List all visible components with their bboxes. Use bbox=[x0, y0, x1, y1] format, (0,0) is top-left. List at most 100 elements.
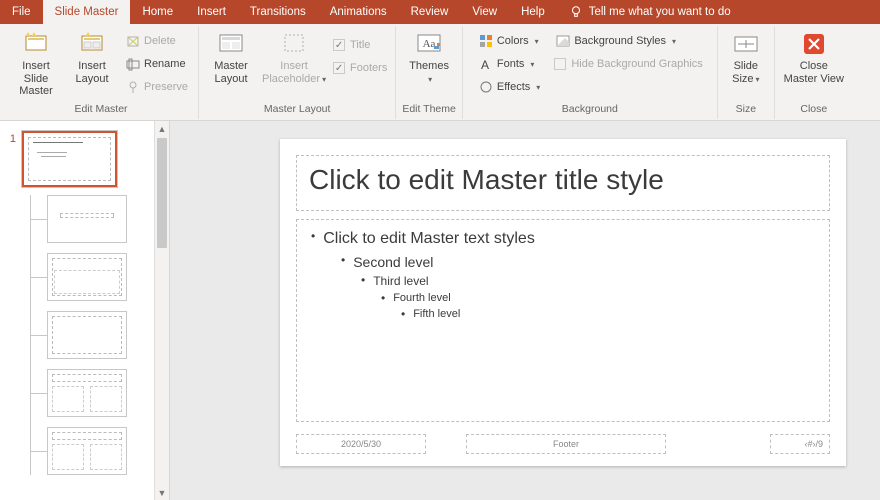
background-styles-icon bbox=[556, 34, 570, 48]
slide-number-placeholder[interactable]: ‹#›/9 bbox=[770, 434, 830, 454]
layout-thumbnail[interactable] bbox=[47, 427, 127, 475]
checkbox-icon: ✓ bbox=[333, 39, 345, 51]
dropdown-icon: ▾ bbox=[536, 83, 540, 92]
insert-layout-label: Insert Layout bbox=[75, 60, 108, 85]
group-label-background: Background bbox=[469, 103, 711, 119]
rename-button[interactable]: Rename bbox=[122, 53, 192, 75]
fonts-button[interactable]: A Fonts▾ bbox=[475, 53, 544, 75]
checkbox-icon bbox=[554, 58, 566, 70]
thumbnail-scrollbar[interactable]: ▲ ▼ bbox=[154, 121, 169, 500]
group-size: Slide Size▾ Size bbox=[718, 26, 775, 119]
themes-icon: Aa bbox=[415, 30, 443, 58]
tab-file[interactable]: File bbox=[0, 0, 43, 24]
dropdown-icon: ▾ bbox=[322, 75, 326, 84]
layout-thumbnail[interactable] bbox=[47, 253, 127, 301]
colors-icon bbox=[479, 34, 493, 48]
bullet-level-3: •Third level bbox=[361, 274, 815, 288]
insert-slide-master-icon bbox=[22, 30, 50, 58]
slide-master-thumbnail[interactable]: 1 bbox=[6, 131, 148, 187]
master-layout-label: Master Layout bbox=[214, 60, 248, 85]
insert-placeholder-button[interactable]: Insert Placeholder▾ bbox=[261, 28, 327, 85]
scrollbar-thumb[interactable] bbox=[157, 138, 167, 248]
bullet-level-1: •Click to edit Master text styles bbox=[311, 230, 815, 248]
hide-background-label: Hide Background Graphics bbox=[571, 58, 702, 70]
title-placeholder[interactable]: Click to edit Master title style bbox=[296, 155, 830, 211]
delete-label: Delete bbox=[144, 35, 176, 47]
group-edit-theme: Aa Themes▾ Edit Theme bbox=[396, 26, 463, 119]
close-master-view-label: Close Master View bbox=[784, 60, 844, 85]
close-master-view-button[interactable]: Close Master View bbox=[781, 28, 847, 85]
title-checkbox-label: Title bbox=[350, 39, 370, 51]
colors-label: Colors bbox=[497, 35, 529, 47]
preserve-icon bbox=[126, 80, 140, 94]
scroll-down-icon[interactable]: ▼ bbox=[155, 485, 169, 500]
slide-size-icon bbox=[732, 30, 760, 58]
colors-button[interactable]: Colors▾ bbox=[475, 30, 544, 52]
slide-master-preview: Click to edit Master title style •Click … bbox=[280, 139, 846, 466]
tab-animations[interactable]: Animations bbox=[318, 0, 399, 24]
group-label-close: Close bbox=[800, 103, 827, 119]
effects-label: Effects bbox=[497, 81, 530, 93]
insert-layout-button[interactable]: Insert Layout bbox=[66, 28, 118, 85]
tab-home[interactable]: Home bbox=[130, 0, 185, 24]
tab-review[interactable]: Review bbox=[399, 0, 461, 24]
footers-checkbox[interactable]: ✓ Footers bbox=[331, 57, 389, 79]
layout-thumbnail[interactable] bbox=[47, 369, 127, 417]
group-label-edit-master: Edit Master bbox=[74, 103, 127, 119]
scroll-up-icon[interactable]: ▲ bbox=[155, 121, 169, 136]
scrollbar-track[interactable] bbox=[155, 136, 169, 485]
preserve-button[interactable]: Preserve bbox=[122, 76, 192, 98]
bulb-icon bbox=[569, 5, 583, 19]
master-layout-icon bbox=[217, 30, 245, 58]
group-background: Colors▾ A Fonts▾ Effects▾ Background Sty… bbox=[463, 26, 718, 119]
dropdown-icon: ▾ bbox=[428, 75, 432, 84]
bullet-level-5: •Fifth level bbox=[401, 308, 815, 320]
footer-placeholder[interactable]: Footer bbox=[466, 434, 666, 454]
insert-layout-icon bbox=[78, 30, 106, 58]
hide-background-checkbox[interactable]: Hide Background Graphics bbox=[552, 53, 704, 75]
tab-insert[interactable]: Insert bbox=[185, 0, 238, 24]
dropdown-icon: ▾ bbox=[756, 75, 760, 84]
rename-label: Rename bbox=[144, 58, 186, 70]
thumbnail-number: 1 bbox=[6, 131, 16, 145]
group-master-layout: Master Layout Insert Placeholder▾ ✓ Titl… bbox=[199, 26, 396, 119]
delete-button[interactable]: Delete bbox=[122, 30, 192, 52]
effects-button[interactable]: Effects ▾ bbox=[475, 76, 544, 98]
insert-placeholder-icon bbox=[280, 30, 308, 58]
insert-slide-master-label: Insert Slide Master bbox=[12, 60, 60, 98]
tell-me-label: Tell me what you want to do bbox=[589, 6, 731, 18]
dropdown-icon: ▾ bbox=[672, 37, 676, 46]
layout-thumbnail[interactable] bbox=[47, 311, 127, 359]
work-area: 1 ▲ ▼ bbox=[0, 121, 880, 500]
themes-button[interactable]: Aa Themes▾ bbox=[404, 28, 454, 85]
tab-transitions[interactable]: Transitions bbox=[238, 0, 318, 24]
title-checkbox[interactable]: ✓ Title bbox=[331, 34, 389, 56]
tell-me-search[interactable]: Tell me what you want to do bbox=[557, 0, 743, 24]
footers-checkbox-label: Footers bbox=[350, 62, 387, 74]
slide-canvas[interactable]: Click to edit Master title style •Click … bbox=[170, 121, 880, 500]
content-placeholder[interactable]: •Click to edit Master text styles •Secon… bbox=[296, 219, 830, 422]
rename-icon bbox=[126, 57, 140, 71]
dropdown-icon: ▾ bbox=[530, 60, 534, 69]
tab-help[interactable]: Help bbox=[509, 0, 557, 24]
slide-size-label: Slide Size▾ bbox=[732, 60, 759, 85]
tab-slide-master[interactable]: Slide Master bbox=[43, 0, 131, 24]
tab-view[interactable]: View bbox=[460, 0, 509, 24]
close-icon bbox=[800, 30, 828, 58]
group-label-master-layout: Master Layout bbox=[264, 103, 331, 119]
master-layout-button[interactable]: Master Layout bbox=[205, 28, 257, 85]
layout-thumbnails bbox=[30, 195, 148, 475]
thumbnail-pane: 1 ▲ ▼ bbox=[0, 121, 170, 500]
group-label-size: Size bbox=[736, 103, 756, 119]
effects-icon bbox=[479, 80, 493, 94]
ribbon: Insert Slide Master Insert Layout Delete… bbox=[0, 24, 880, 121]
background-styles-button[interactable]: Background Styles▾ bbox=[552, 30, 704, 52]
layout-thumbnail[interactable] bbox=[47, 195, 127, 243]
date-placeholder[interactable]: 2020/5/30 bbox=[296, 434, 426, 454]
fonts-icon: A bbox=[479, 57, 493, 71]
delete-icon bbox=[126, 34, 140, 48]
insert-slide-master-button[interactable]: Insert Slide Master bbox=[10, 28, 62, 98]
checkbox-icon: ✓ bbox=[333, 62, 345, 74]
master-thumbnail-preview bbox=[22, 131, 117, 187]
slide-size-button[interactable]: Slide Size▾ bbox=[724, 28, 768, 85]
